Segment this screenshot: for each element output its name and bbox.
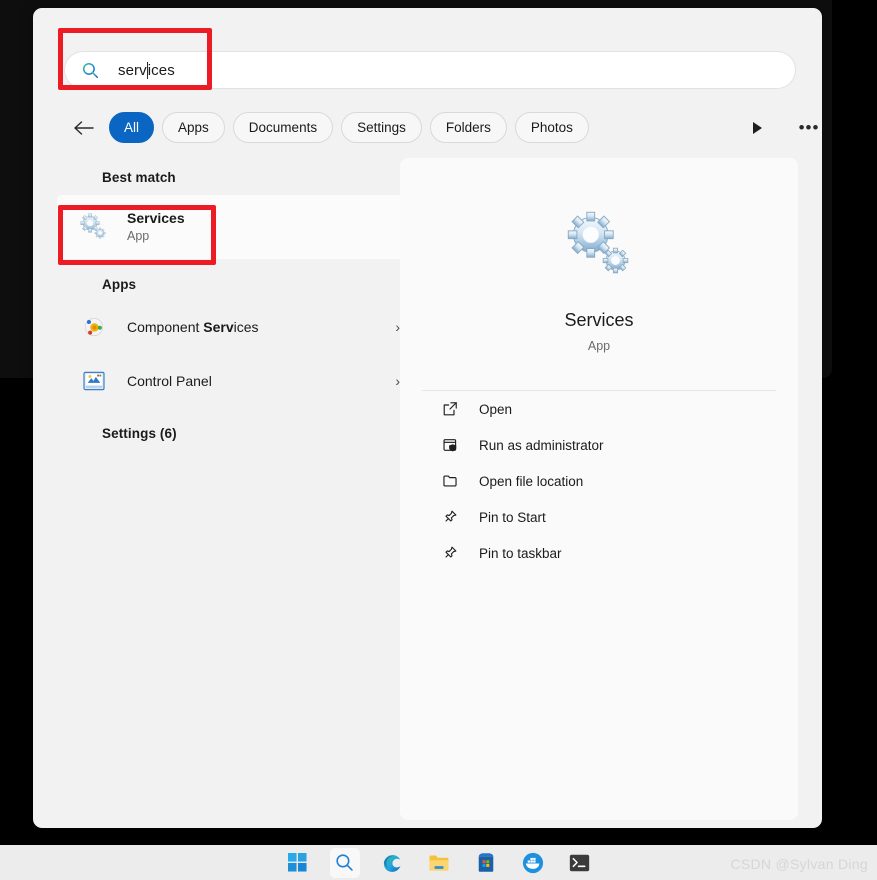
screen: serv ices All Apps Documents Settings Fol… [0,0,877,880]
edge-icon [383,854,401,872]
docker-button[interactable] [518,848,548,878]
results-area: Best match Services App Apps Component S… [33,158,822,828]
search-value-before-caret: serv [118,61,147,79]
play-triangle-icon [752,122,762,134]
folder-icon [441,472,459,490]
search-text-wrapper: serv ices [118,61,175,79]
action-run-as-administrator[interactable]: Run as administrator [410,427,788,463]
terminal-icon [569,854,590,871]
component-services-icon [79,312,109,342]
filter-chip-photos[interactable]: Photos [514,112,589,143]
action-label: Pin to taskbar [479,545,562,561]
filter-chip-all[interactable]: All [109,112,155,143]
open-external-icon [441,400,459,418]
title-match: Serv [203,319,234,335]
pin-icon [441,544,459,562]
gears-icon [567,211,629,274]
action-label: Run as administrator [479,437,604,453]
edge-button[interactable] [377,848,407,878]
result-title: Services [127,210,185,226]
terminal-button[interactable] [565,848,595,878]
watermark: CSDN @Sylvan Ding [730,856,868,872]
action-open-file-location[interactable]: Open file location [410,463,788,499]
search-icon [336,854,353,871]
windows-search-flyout: serv ices All Apps Documents Settings Fol… [33,8,822,828]
preview-pane: Services App Open Run as administrator O… [400,158,798,820]
back-button[interactable] [70,112,98,144]
store-icon [478,853,493,872]
action-pin-to-start[interactable]: Pin to Start [410,499,788,535]
action-open[interactable]: Open [410,391,788,427]
title-prefix: Control Panel [127,373,212,389]
pin-icon [441,508,459,526]
result-text-block: Services App [127,209,185,245]
preview-subtitle: App [587,339,611,353]
search-button[interactable] [329,847,360,878]
result-text-block: Component Services [127,318,259,336]
result-title: Control Panel [127,372,212,390]
filter-tabs: All Apps Documents Settings Folders Phot… [33,112,822,146]
title-prefix: Component [127,319,204,335]
action-label: Pin to Start [479,509,546,525]
file-explorer-button[interactable] [424,848,454,878]
result-text-block: Control Panel [127,372,212,390]
back-arrow-icon [74,121,94,135]
microsoft-store-button[interactable] [471,848,501,878]
filter-chip-folders[interactable]: Folders [429,112,507,143]
action-label: Open [479,401,513,417]
result-subtitle: App [127,229,150,243]
results-list: Best match Services App Apps Component S… [57,158,422,828]
result-row-services[interactable]: Services App [57,195,422,259]
gears-icon [79,212,109,242]
start-button[interactable] [283,848,313,878]
taskbar: CSDN @Sylvan Ding [0,845,877,880]
result-row-component-services[interactable]: Component Services › [57,300,422,354]
filter-chip-settings[interactable]: Settings [341,112,422,143]
best-match-header: Best match [102,170,176,185]
search-box-region: serv ices [33,8,822,104]
filter-chip-list: All Apps Documents Settings Folders Phot… [109,112,589,143]
filter-chip-apps[interactable]: Apps [162,112,225,143]
result-title: Component Services [127,318,259,336]
filter-chip-documents[interactable]: Documents [232,112,334,143]
search-input[interactable]: serv ices [64,51,796,89]
windows-logo-icon [288,853,307,872]
apps-header: Apps [102,277,137,292]
title-suffix: ices [233,319,259,335]
action-pin-to-taskbar[interactable]: Pin to taskbar [410,535,788,571]
taskbar-items [283,847,595,878]
result-row-control-panel[interactable]: Control Panel › [57,354,422,408]
search-icon [82,62,98,78]
preview-title: Services [564,310,634,330]
search-value-after-caret: ices [147,61,175,79]
more-filters-button[interactable] [744,112,770,144]
folder-icon [428,855,448,871]
action-label: Open file location [479,473,584,489]
settings-header: Settings (6) [102,426,177,441]
overflow-menu-button[interactable]: ••• [795,112,822,144]
docker-icon [522,852,543,873]
shield-window-icon [441,436,459,454]
control-panel-icon [79,366,109,396]
